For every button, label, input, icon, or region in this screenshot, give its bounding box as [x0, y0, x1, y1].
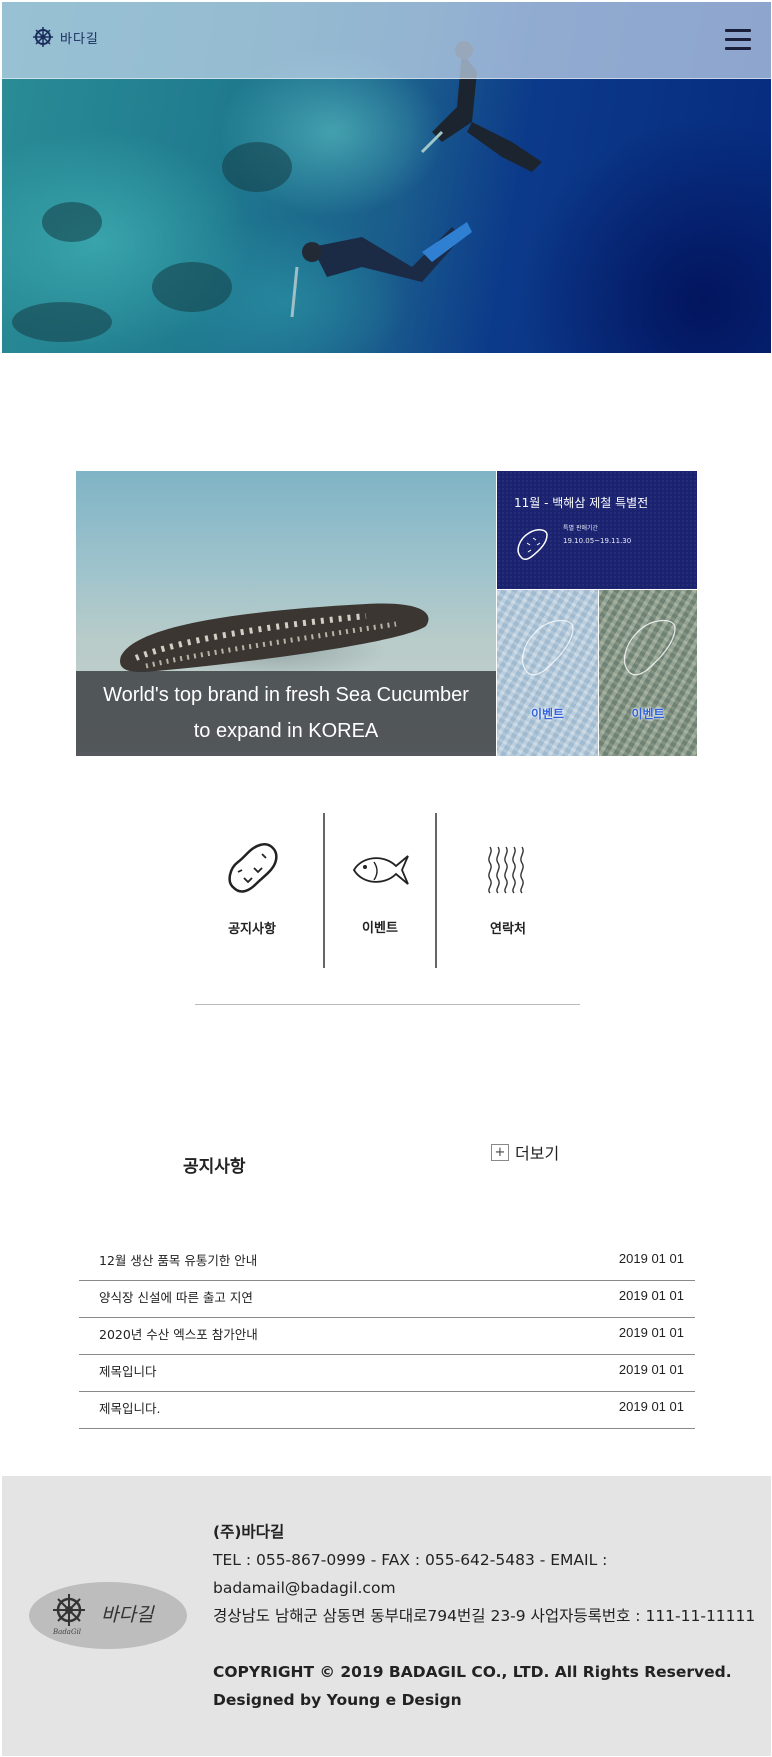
quick-link-label: 연락처: [490, 922, 526, 937]
quick-link-notice[interactable]: 공지사항: [192, 840, 312, 940]
footer-logo-subtext: BadaGil: [53, 1628, 82, 1636]
reef-rock: [12, 302, 112, 342]
ship-wheel-icon: [53, 1594, 85, 1626]
notice-date: 2019 01 01: [618, 1399, 684, 1414]
notice-row[interactable]: 2020년 수산 엑스포 참가안내 2019 01 01: [79, 1318, 695, 1355]
logo-text[interactable]: 바다길: [60, 28, 99, 47]
banner-caption-line2: to expand in KOREA: [193, 720, 379, 742]
sea-cucumber-outline-icon: [624, 619, 676, 676]
notice-date: 2019 01 01: [618, 1362, 684, 1377]
reef-rock: [222, 142, 292, 192]
promo-period: 19.10.05~19.11.30: [563, 537, 632, 545]
notice-date: 2019 01 01: [618, 1251, 684, 1266]
banner-main-image[interactable]: World's top brand in fresh Sea Cucumber …: [76, 471, 496, 756]
quick-link-contact[interactable]: 연락처: [448, 840, 568, 940]
notice-row[interactable]: 제목입니다 2019 01 01: [79, 1355, 695, 1392]
notice-title: 제목입니다: [99, 1364, 157, 1379]
promo-title: 11월 - 백해삼 제철 특별전: [514, 496, 649, 510]
banner-caption: World's top brand in fresh Sea Cucumber …: [76, 671, 496, 756]
notice-date: 2019 01 01: [618, 1288, 684, 1303]
header-bar: 바다길: [2, 2, 771, 79]
event-label[interactable]: 이벤트: [497, 705, 598, 722]
event-label[interactable]: 이벤트: [599, 705, 697, 722]
notice-title: 양식장 신설에 따른 출고 지연: [99, 1290, 253, 1305]
section-divider: [195, 1004, 580, 1005]
footer-info: (주)바다길 TEL : 055-867-0999 - FAX : 055-64…: [213, 1518, 758, 1714]
notice-title: 12월 생산 품목 유통기한 안내: [99, 1253, 258, 1268]
menu-bar: [725, 29, 751, 32]
footer-logo[interactable]: 바다길 BadaGil: [29, 1582, 187, 1649]
sea-cucumber-outline-icon: [522, 619, 574, 676]
plus-icon: +: [491, 1144, 509, 1161]
menu-bar: [725, 47, 751, 50]
footer-logo-text: 바다길: [101, 1604, 154, 1626]
footer-address: 경상남도 남해군 삼동면 동부대로794번길 23-9 사업자등록번호 : 11…: [213, 1607, 756, 1625]
notice-row[interactable]: 제목입니다. 2019 01 01: [79, 1392, 695, 1429]
promo-tile[interactable]: 11월 - 백해삼 제철 특별전 특별 판매기간 19.10.05~19.11.…: [497, 471, 697, 589]
promo-subtitle: 특별 판매기간: [563, 525, 599, 532]
quick-link-event[interactable]: 이벤트: [320, 840, 440, 940]
sea-cucumber-photo: [120, 603, 429, 673]
hamburger-menu-button[interactable]: [725, 29, 751, 51]
diver-figure: [290, 222, 472, 318]
footer: 바다길 BadaGil (주)바다길 TEL : 055-867-0999 - …: [2, 1476, 771, 1756]
footer-contact: TEL : 055-867-0999 - FAX : 055-642-5483 …: [213, 1551, 608, 1597]
waves-icon: [488, 846, 524, 894]
divider: [435, 813, 437, 968]
notice-title: 2020년 수산 엑스포 참가안내: [99, 1327, 258, 1342]
notice-row[interactable]: 양식장 신설에 따른 출고 지연 2019 01 01: [79, 1281, 695, 1318]
event-tile[interactable]: 이벤트: [497, 590, 598, 756]
menu-bar: [725, 38, 751, 41]
more-label: 더보기: [515, 1144, 560, 1163]
footer-copyright: COPYRIGHT © 2019 BADAGIL CO., LTD. All R…: [213, 1663, 732, 1709]
quick-link-label: 이벤트: [362, 921, 398, 936]
banner-bottom-line: [76, 752, 496, 756]
notice-date: 2019 01 01: [618, 1325, 684, 1340]
banner-caption-line1: World's top brand in fresh Sea Cucumber: [103, 684, 469, 706]
ship-wheel-logo-icon[interactable]: [32, 26, 54, 52]
reef-rock: [42, 202, 102, 242]
notice-section-title: 공지사항: [183, 1157, 246, 1177]
event-tile[interactable]: 이벤트: [599, 590, 697, 756]
fish-icon: [352, 855, 409, 885]
notice-row[interactable]: 12월 생산 품목 유통기한 안내 2019 01 01: [79, 1244, 695, 1281]
footer-company: (주)바다길: [213, 1523, 285, 1541]
notice-title: 제목입니다.: [99, 1401, 161, 1416]
hero-image: 바다길: [2, 2, 771, 353]
quick-link-label: 공지사항: [228, 922, 276, 937]
sea-cucumber-icon: [517, 529, 548, 560]
reef-rock: [152, 262, 232, 312]
notice-list: 12월 생산 품목 유통기한 안내 2019 01 01 양식장 신설에 따른 …: [79, 1244, 695, 1429]
sea-cucumber-icon: [228, 843, 278, 893]
